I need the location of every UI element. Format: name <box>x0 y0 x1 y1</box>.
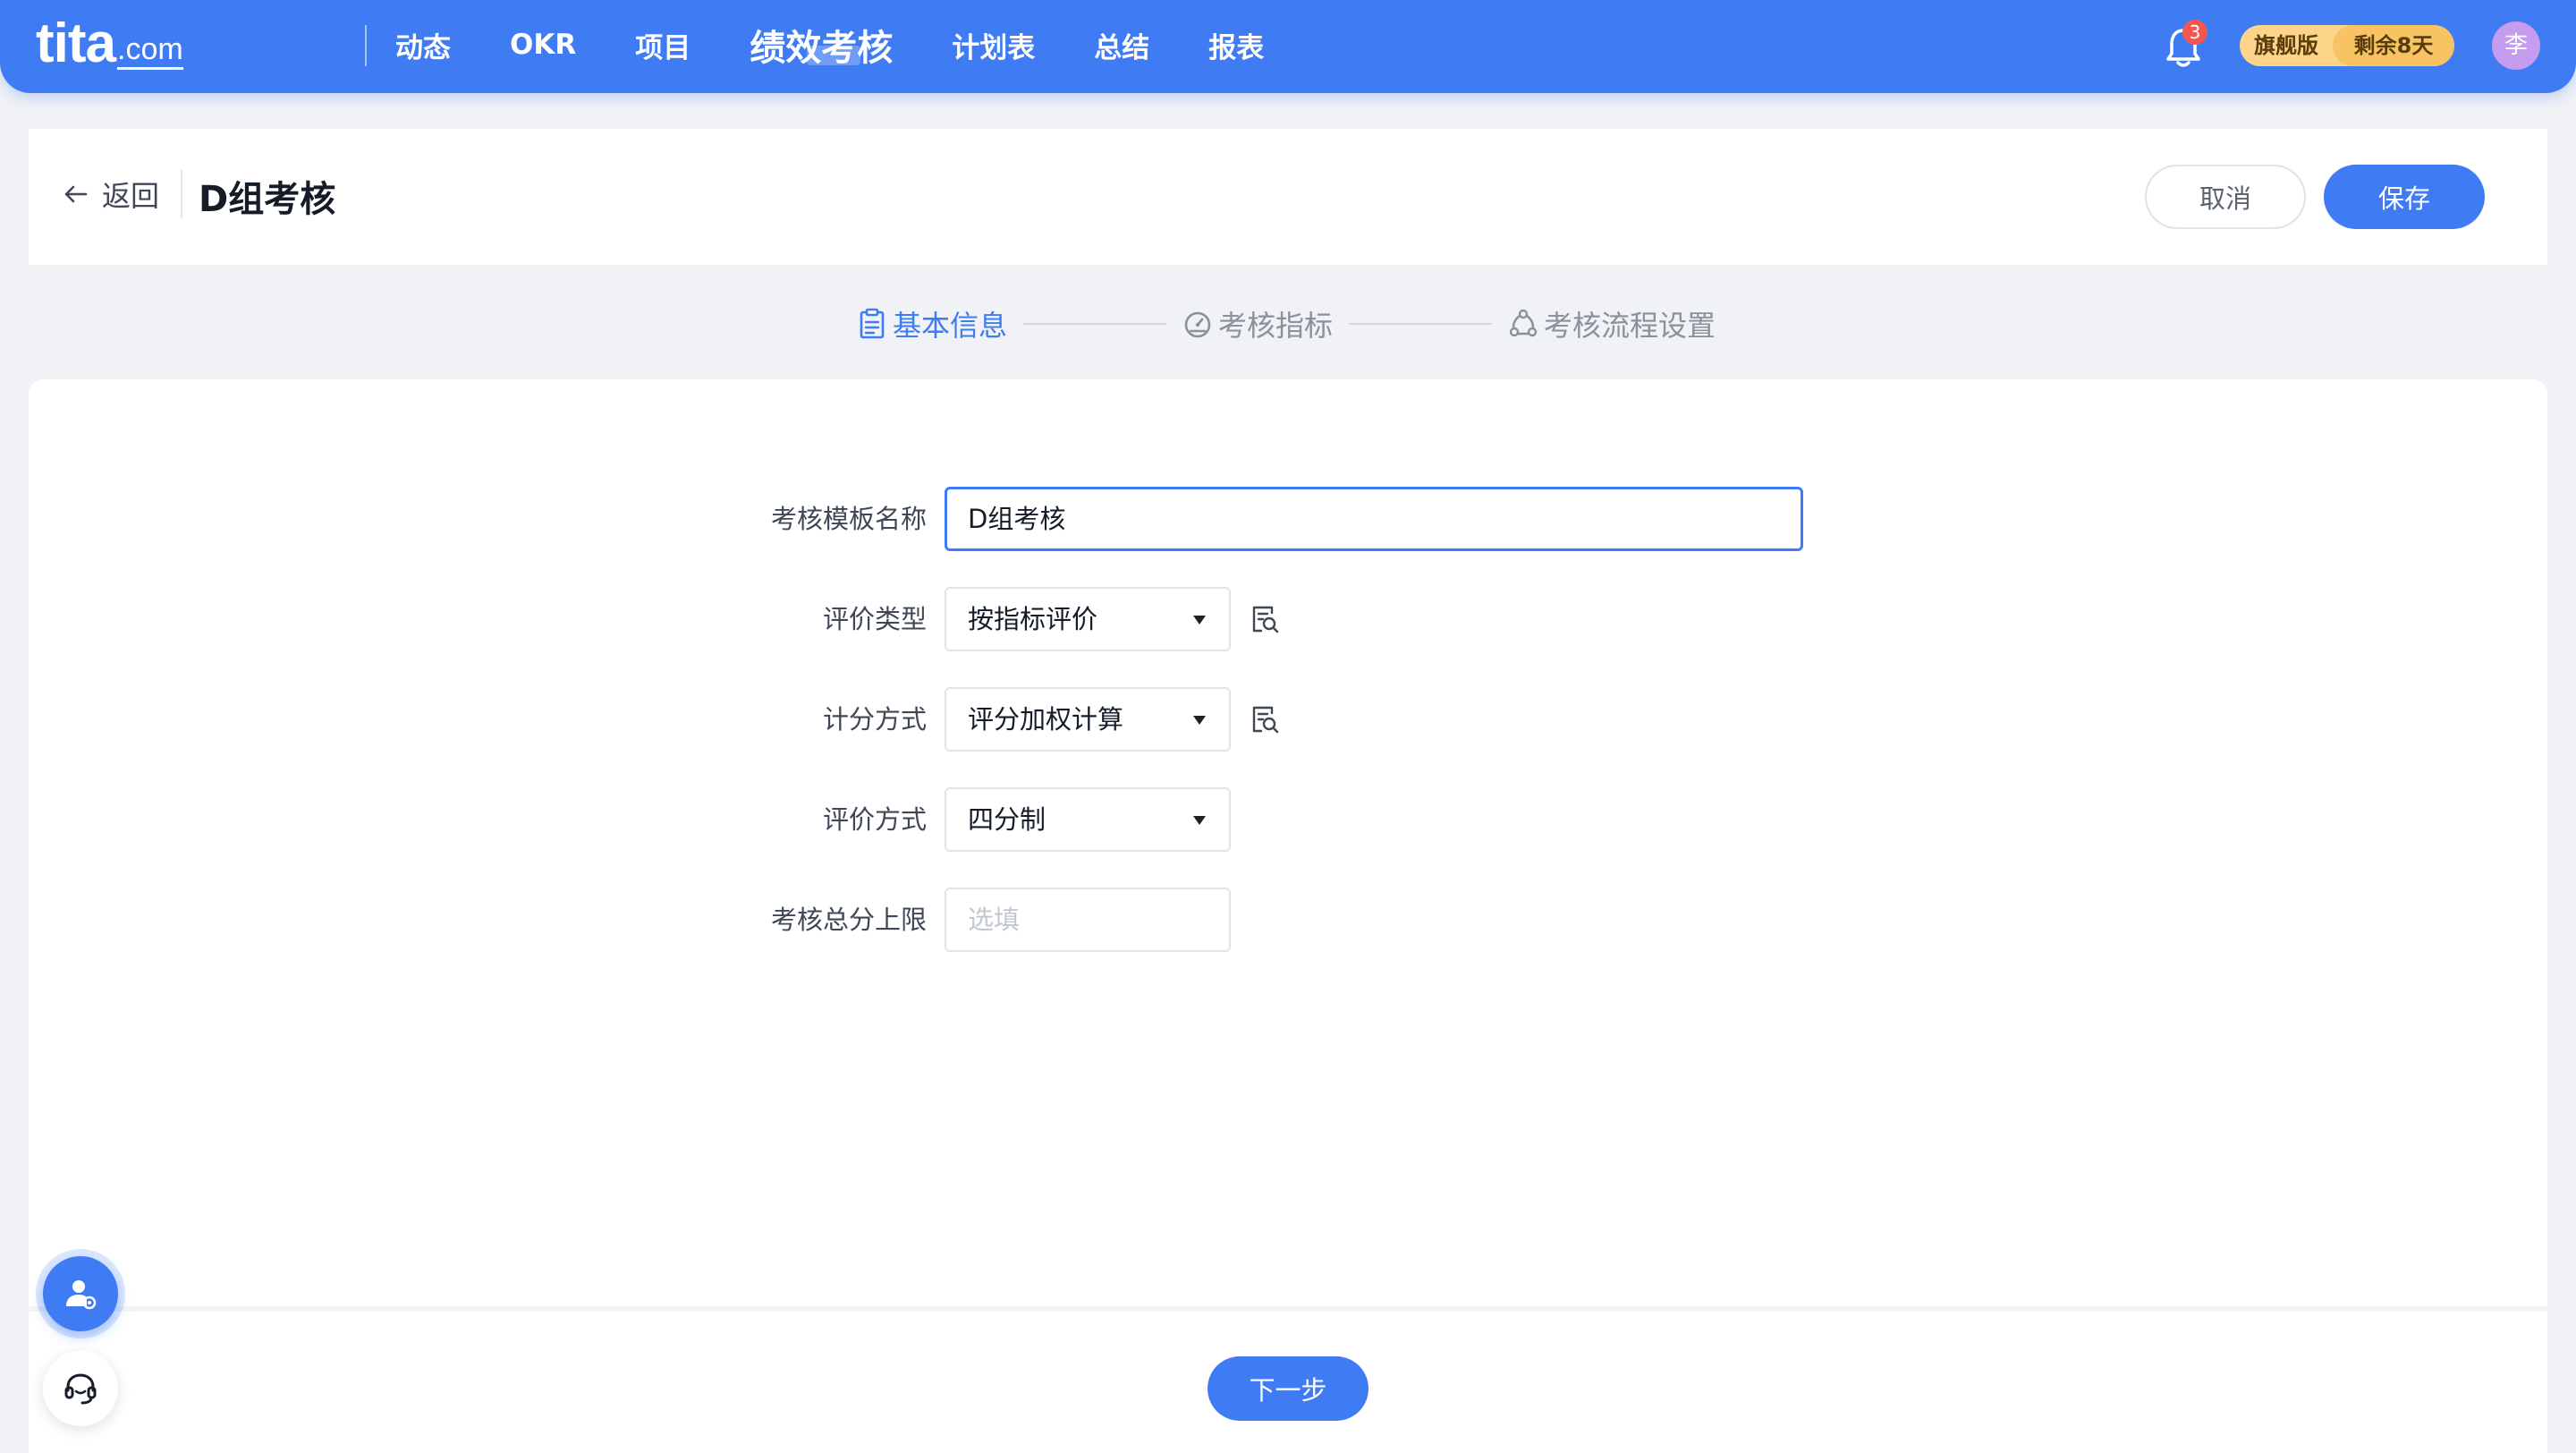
evaluation-type-value: 按指标评价 <box>968 604 1098 634</box>
caret-down-icon <box>1193 816 1206 825</box>
top-navigation-bar: tita .com 动态 OKR 项目 绩效考核 计划表 总结 报表 3 旗舰版… <box>0 0 2576 93</box>
gauge-icon <box>1184 311 1211 338</box>
rating-method-label: 评价方式 <box>822 804 927 835</box>
main-nav: 动态 OKR 项目 绩效考核 计划表 总结 报表 <box>395 0 1323 89</box>
back-button[interactable]: 返回 <box>63 174 159 215</box>
arrow-left-icon <box>64 185 88 203</box>
user-settings-icon <box>66 1280 97 1310</box>
step-connector <box>1023 323 1167 325</box>
form-row-evaluation-type: 评价类型 按指标评价 <box>29 587 2547 651</box>
step-flow-settings[interactable]: 考核流程设置 <box>1508 303 1716 344</box>
form-card: 考核模板名称 D组考核 评价类型 按指标评价 计分方式 评分加权计算 评价方式 … <box>29 379 2547 1453</box>
plan-remaining: 剩余8天 <box>2333 25 2454 66</box>
flow-icon <box>1509 309 1538 337</box>
step-label: 基本信息 <box>893 309 1008 343</box>
rating-method-select[interactable]: 四分制 <box>945 787 1231 852</box>
evaluation-type-label: 评价类型 <box>822 604 927 634</box>
headset-icon <box>64 1373 97 1405</box>
nav-divider <box>365 25 367 66</box>
evaluation-type-select[interactable]: 按指标评价 <box>945 587 1231 651</box>
logo-sub-text: .com <box>117 31 183 70</box>
logo-main-text: tita <box>36 13 116 74</box>
form-row-score-limit: 考核总分上限 选填 <box>29 888 2547 952</box>
step-basic-info[interactable]: 基本信息 <box>857 303 1007 344</box>
plan-badge[interactable]: 旗舰版 剩余8天 <box>2240 25 2454 66</box>
step-connector <box>1349 323 1493 325</box>
step-indicators[interactable]: 考核指标 <box>1182 303 1333 344</box>
header-divider <box>181 170 182 218</box>
page-header: 返回 D组考核 取消 保存 <box>29 129 2547 265</box>
nav-item-reports[interactable]: 报表 <box>1208 25 1264 65</box>
rating-method-value: 四分制 <box>968 804 1046 835</box>
template-name-label: 考核模板名称 <box>770 504 927 534</box>
view-details-icon[interactable] <box>1249 703 1281 735</box>
step-indicator: 基本信息 考核指标 考核流程设置 <box>857 304 1716 344</box>
nav-item-summary[interactable]: 总结 <box>1094 25 1149 65</box>
nav-item-performance[interactable]: 绩效考核 <box>750 19 893 71</box>
nav-item-projects[interactable]: 项目 <box>635 25 691 65</box>
nav-item-feed[interactable]: 动态 <box>395 25 451 65</box>
nav-item-okr[interactable]: OKR <box>510 29 576 61</box>
page-title: D组考核 <box>199 179 336 220</box>
plan-name: 旗舰版 <box>2254 33 2318 58</box>
nav-item-plans[interactable]: 计划表 <box>952 25 1035 65</box>
scoring-method-label: 计分方式 <box>822 704 927 735</box>
form-row-scoring-method: 计分方式 评分加权计算 <box>29 687 2547 752</box>
footer-divider <box>29 1306 2547 1312</box>
clipboard-icon <box>860 308 885 339</box>
save-button[interactable]: 保存 <box>2324 165 2485 229</box>
scoring-method-select[interactable]: 评分加权计算 <box>945 687 1231 752</box>
floating-support-button[interactable] <box>43 1351 118 1426</box>
template-name-input[interactable]: D组考核 <box>945 487 1803 551</box>
step-label: 考核指标 <box>1218 309 1334 343</box>
scoring-method-value: 评分加权计算 <box>968 704 1124 735</box>
score-limit-label: 考核总分上限 <box>770 905 927 935</box>
notification-badge: 3 <box>2182 20 2207 45</box>
tita-logo[interactable]: tita .com <box>36 13 183 75</box>
floating-user-button[interactable] <box>43 1256 118 1331</box>
view-details-icon[interactable] <box>1249 603 1281 635</box>
caret-down-icon <box>1193 616 1206 625</box>
form-row-template-name: 考核模板名称 D组考核 <box>29 487 2547 551</box>
cancel-button[interactable]: 取消 <box>2145 165 2306 229</box>
back-label: 返回 <box>102 179 160 213</box>
next-step-button[interactable]: 下一步 <box>1208 1356 1368 1421</box>
caret-down-icon <box>1193 716 1206 725</box>
step-label: 考核流程设置 <box>1544 309 1716 343</box>
user-avatar[interactable]: 李 <box>2492 21 2540 70</box>
score-limit-input[interactable]: 选填 <box>945 888 1231 952</box>
form-row-rating-method: 评价方式 四分制 <box>29 787 2547 852</box>
